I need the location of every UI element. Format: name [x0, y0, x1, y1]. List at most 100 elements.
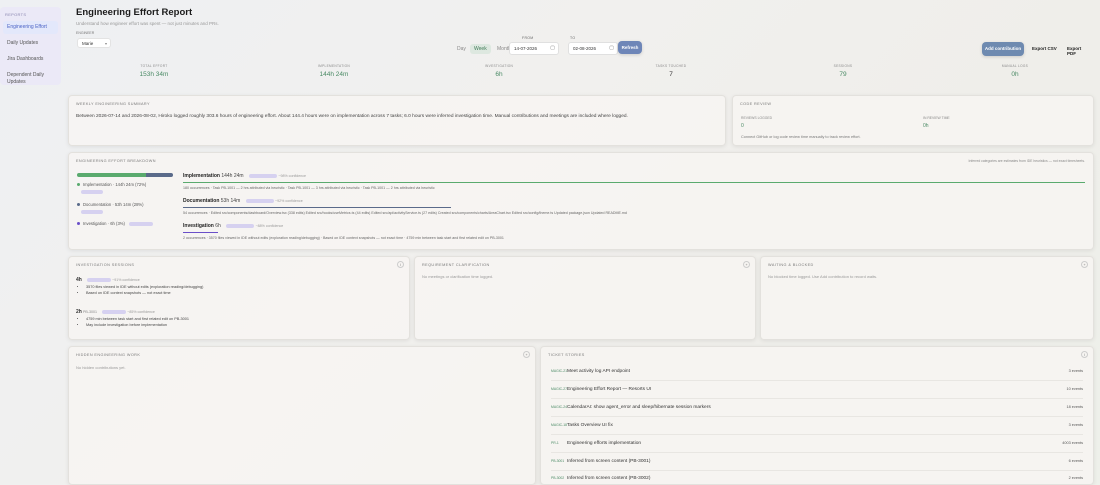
engineer-label: ENGINEER [76, 31, 95, 35]
info-icon[interactable]: i [397, 261, 404, 268]
section-chip [245, 198, 274, 203]
story-row[interactable]: MAGIC-27Engineering Effort Report — Reso… [551, 387, 1083, 396]
engineer-select[interactable]: Marie ▾ [77, 38, 111, 48]
stat-total-effort: TOTAL EFFORT 153h 34m [114, 64, 194, 78]
story-events: 2 events [1068, 476, 1083, 480]
review-time-value: 0h [923, 123, 929, 129]
page-title: Engineering Effort Report [76, 7, 193, 18]
session-note: 3570 files viewed in IDE without edits (… [86, 285, 203, 289]
divider [551, 470, 1083, 471]
ticket-stories-card: TICKET STORIES i MAGIC-21Meet activity l… [540, 346, 1094, 485]
stat-value: 6h [495, 71, 503, 78]
export-pdf-button[interactable]: Export PDF [1067, 46, 1088, 56]
export-csv-button[interactable]: Export CSV [1032, 46, 1057, 51]
implementation-share-bar [77, 173, 147, 177]
session-note: 4759 min between task start and first re… [86, 317, 189, 321]
from-date-value: 14-07-2026 [514, 46, 538, 51]
story-row[interactable]: MAGIC-24CalendarAI: show agent_error and… [551, 405, 1083, 414]
sidebar-heading: REPORTS [5, 12, 27, 17]
story-row[interactable]: MAGIC-21Meet activity log API endpoint 3… [551, 369, 1083, 378]
implementation-line [183, 182, 1085, 183]
card-title: CODE REVIEW [740, 102, 772, 106]
legend-chip [128, 221, 153, 226]
info-icon[interactable]: i [1081, 351, 1088, 358]
story-row[interactable]: PB-3002 Inferred from screen content (PB-… [551, 476, 1083, 485]
story-key: MAGIC-24 [551, 405, 568, 409]
documentation-heading[interactable]: Documentation 53h 14m ~92% confidence [183, 198, 303, 204]
range-week[interactable]: Week [470, 44, 491, 54]
legend-chip [81, 210, 103, 214]
add-icon[interactable]: + [743, 261, 750, 268]
story-title: Engineering efforts implementation [567, 441, 642, 446]
from-date-input[interactable]: 14-07-2026 ▢ [509, 42, 559, 55]
review-time-label: IN REVIEW TIME [923, 116, 950, 120]
waiting-blocked-card: WAITING & BLOCKED + No blocked time logg… [760, 256, 1094, 340]
stat-label: INVESTIGATION [484, 64, 514, 68]
story-key: PB-3002 [551, 476, 565, 480]
stat-label: IMPLEMENTATION [317, 64, 351, 68]
story-events: 18 events [1066, 405, 1083, 409]
investigation-heading[interactable]: Investigation 6h ~88% confidence [183, 223, 283, 229]
investigation-dot-icon [77, 222, 80, 226]
session-note: May include investigation before impleme… [86, 323, 189, 327]
stat-tasks-touched: TASKS TOUCHED 7 [631, 64, 711, 78]
requirement-clarification-card: REQUIREMENT CLARIFICATION + No meetings … [414, 256, 756, 340]
code-review-card: CODE REVIEW REVIEWS LOGGED 0 IN REVIEW T… [732, 95, 1094, 146]
sidebar-item-daily-updates[interactable]: Daily Updates [3, 37, 58, 50]
empty-state-text: No blocked time logged. Use Add contribu… [768, 274, 878, 279]
divider [551, 452, 1083, 453]
add-contribution-button[interactable]: Add contribution [982, 42, 1024, 56]
divider [551, 380, 1083, 381]
page-subtitle: Understand how engineer effort was spent… [76, 21, 219, 26]
story-key: MAGIC-27 [551, 387, 568, 391]
story-key: PR-1 [551, 441, 559, 445]
session-confidence: ~91% confidence [112, 278, 140, 282]
divider [551, 416, 1083, 417]
implementation-dot-icon [77, 183, 80, 187]
range-day[interactable]: Day [453, 44, 470, 54]
sidebar-item-engineering-effort[interactable]: Engineering Effort [3, 21, 58, 34]
weekly-summary-text: Between 2026-07-14 and 2026-08-02, Hirok… [76, 114, 628, 119]
add-icon[interactable]: + [523, 351, 530, 358]
story-key: PB-3001 [551, 459, 565, 463]
empty-state-text: No meetings or clarification time logged… [422, 274, 494, 279]
story-row[interactable]: MAGIC-18Tasks Overview UI fix 3 events [551, 423, 1083, 432]
hidden-work-card: HIDDEN ENGINEERING WORK + No hidden cont… [68, 346, 536, 485]
stat-value: 144h 24m [319, 71, 349, 78]
card-title: TICKET STORIES [548, 353, 585, 357]
stat-label: TOTAL EFFORT [140, 64, 168, 68]
implementation-detail: 180 occurrences · Task PB-1001 — 2 hrs a… [183, 186, 435, 190]
legend-label: Documentation · 53h 14m (28%) [83, 202, 144, 207]
section-hours: 53h 14m [220, 198, 241, 204]
weekly-summary-card: WEEKLY ENGINEERING SUMMARY Between 2026-… [68, 95, 726, 146]
from-label: FROM [522, 36, 534, 40]
story-row[interactable]: PR-1 Engineering efforts implementation 4… [551, 441, 1083, 450]
refresh-button[interactable]: Refresh [618, 41, 642, 54]
sidebar-item-dependent-daily-updates[interactable]: Dependent Daily Updates [3, 69, 58, 89]
session-2: 2h PB-3001 ~85% confidence 4759 min betw… [76, 309, 189, 329]
engineer-select-value: Marie [82, 41, 94, 46]
story-title: Inferred from screen content (PB-3002) [567, 476, 651, 481]
report-header: Engineering Effort Report Understand how… [76, 4, 1088, 64]
reviews-logged-value: 0 [741, 123, 744, 129]
stat-value: 7 [669, 71, 673, 78]
effort-breakdown-card: ENGINEERING EFFORT BREAKDOWN Inferred ca… [68, 152, 1094, 250]
section-chip [226, 223, 255, 228]
section-name: Implementation [183, 173, 220, 179]
story-row[interactable]: PB-3001 Inferred from screen content (PB-… [551, 459, 1083, 468]
section-name: Documentation [183, 198, 220, 204]
to-date-input[interactable]: 02-08-2026 ▢ [568, 42, 618, 55]
stat-investigation: INVESTIGATION 6h [459, 64, 539, 78]
add-icon[interactable]: + [1081, 261, 1088, 268]
sidebar-item-jira-dashboards[interactable]: Jira Dashboards [3, 53, 58, 66]
story-key: MAGIC-21 [551, 369, 568, 373]
stat-implementation: IMPLEMENTATION 144h 24m [294, 64, 374, 78]
card-title: WAITING & BLOCKED [768, 263, 814, 267]
story-title: CalendarAI: show agent_error and sleep/h… [567, 405, 711, 410]
stat-label: TASKS TOUCHED [655, 64, 687, 68]
implementation-heading[interactable]: Implementation 144h 24m ~98% confidence [183, 173, 306, 179]
story-events: 10 events [1066, 387, 1083, 391]
story-key: MAGIC-18 [551, 423, 568, 427]
breakdown-note: Inferred categories are estimates from I… [968, 159, 1085, 163]
session-duration: 4h [76, 277, 82, 283]
